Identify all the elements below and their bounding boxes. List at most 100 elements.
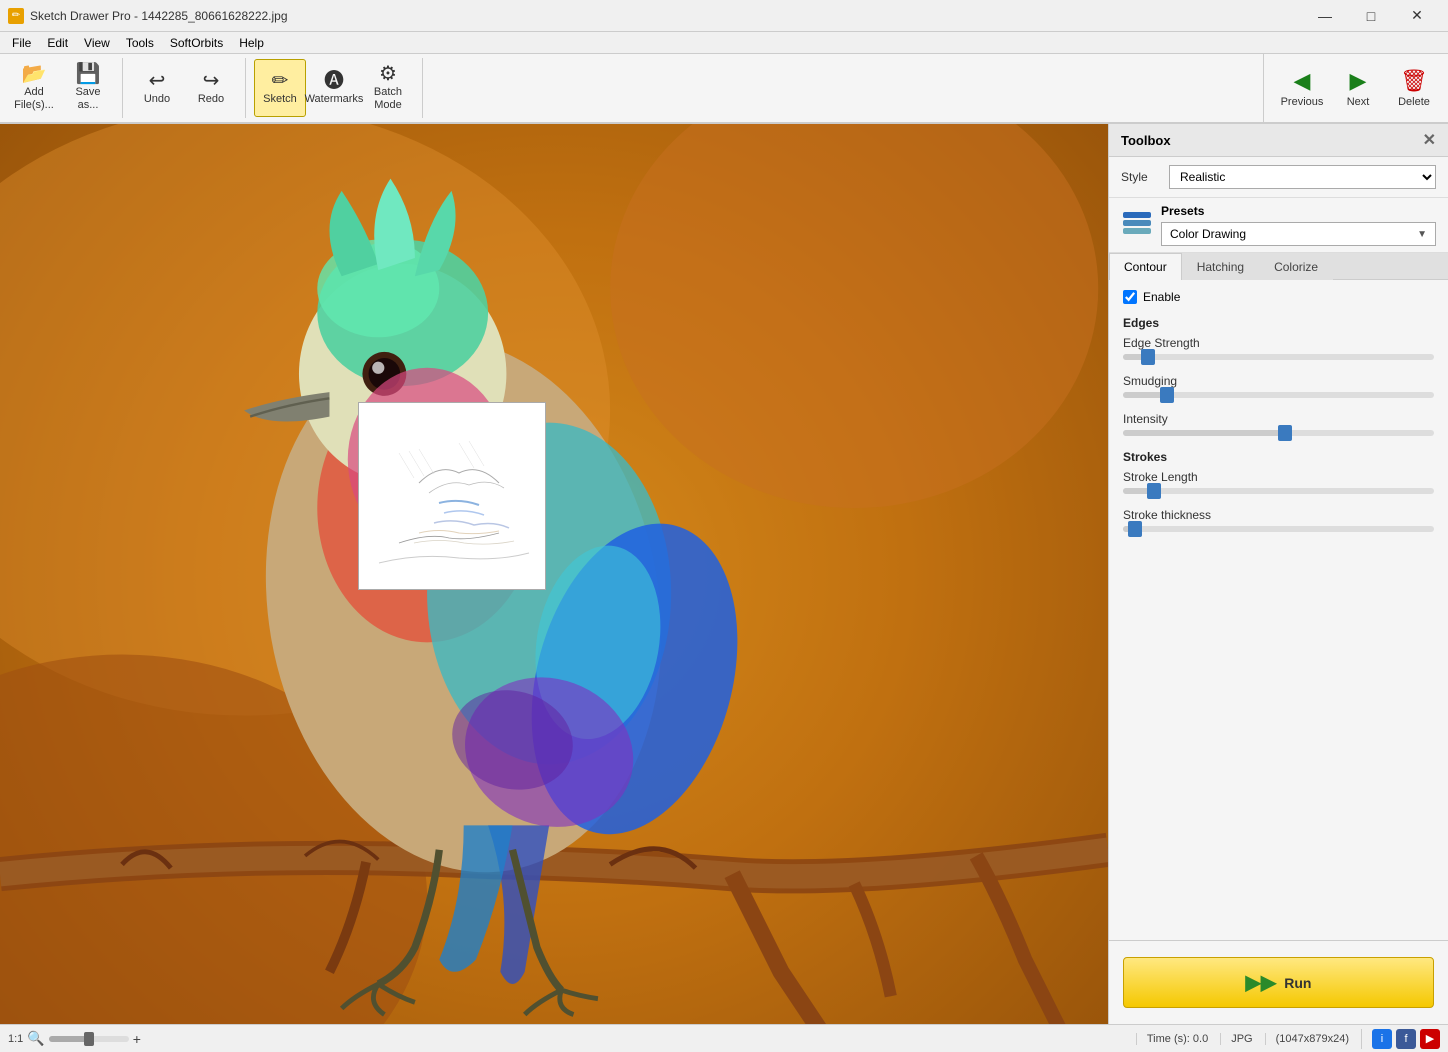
delete-button[interactable]: 🗑 Delete [1388,59,1440,117]
menu-edit[interactable]: Edit [39,34,76,52]
stroke-thickness-thumb[interactable] [1128,521,1142,537]
watermarks-button[interactable]: 🅐 Watermarks [308,59,360,117]
toolbox-title: Toolbox [1121,133,1171,148]
next-label: Next [1347,96,1370,108]
run-label: Run [1284,975,1311,991]
close-button[interactable]: ✕ [1394,0,1440,32]
edges-section-label: Edges [1123,316,1434,330]
zoom-in-icon[interactable]: + [133,1031,141,1047]
presets-dropdown-arrow: ▼ [1417,229,1427,240]
social-icons-group: i f ▶ [1361,1029,1440,1049]
zoom-level: 1:1 [8,1033,23,1045]
toolbox-header: Toolbox ✕ [1109,124,1448,157]
previous-label: Previous [1281,96,1324,108]
sketch-icon: ✏ [272,71,289,91]
preview-box [358,402,546,590]
intensity-slider[interactable] [1123,430,1434,436]
presets-value: Color Drawing [1170,227,1246,241]
edge-strength-label: Edge Strength [1123,336,1434,350]
undo-label: Undo [144,93,170,105]
stroke-length-slider[interactable] [1123,488,1434,494]
menu-softorbits[interactable]: SoftOrbits [162,34,231,52]
main-area: Toolbox ✕ Style Realistic Presets [0,124,1448,1024]
presets-section: Presets Color Drawing ▼ [1161,204,1436,246]
menu-view[interactable]: View [76,34,118,52]
save-as-button[interactable]: 💾 Saveas... [62,59,114,117]
toolbar-tools-group: ✏ Sketch 🅐 Watermarks ⚙ BatchMode [254,58,423,118]
batch-mode-button[interactable]: ⚙ BatchMode [362,59,414,117]
edge-strength-row: Edge Strength [1123,336,1434,360]
zoom-slider[interactable] [49,1036,129,1042]
batch-mode-icon: ⚙ [379,64,397,84]
redo-icon: ↪ [203,71,220,91]
edge-strength-slider[interactable] [1123,354,1434,360]
zoom-out-icon[interactable]: 🔍 [27,1030,44,1047]
add-files-icon: 📂 [22,64,47,84]
add-files-button[interactable]: 📂 AddFile(s)... [8,59,60,117]
app-icon: ✏ [8,8,24,24]
dimensions-display: (1047x879x24) [1265,1033,1349,1045]
enable-row: Enable [1123,290,1434,304]
menu-help[interactable]: Help [231,34,272,52]
tab-hatching[interactable]: Hatching [1182,253,1259,280]
menu-tools[interactable]: Tools [118,34,162,52]
zoom-thumb[interactable] [84,1032,94,1046]
stroke-thickness-label: Stroke thickness [1123,508,1434,522]
facebook-icon[interactable]: f [1396,1029,1416,1049]
stroke-length-row: Stroke Length [1123,470,1434,494]
redo-label: Redo [198,93,224,105]
redo-button[interactable]: ↪ Redo [185,59,237,117]
undo-icon: ↩ [149,71,166,91]
add-files-label: AddFile(s)... [14,86,54,112]
title-bar: ✏ Sketch Drawer Pro - 1442285_8066162822… [0,0,1448,32]
next-button[interactable]: ▶ Next [1332,59,1384,117]
edge-strength-thumb[interactable] [1141,349,1155,365]
format-display: JPG [1220,1033,1252,1045]
tabs-bar: Contour Hatching Colorize [1109,253,1448,280]
presets-dropdown[interactable]: Color Drawing ▼ [1161,222,1436,246]
undo-button[interactable]: ↩ Undo [131,59,183,117]
previous-button[interactable]: ◀ Previous [1276,59,1328,117]
next-icon: ▶ [1350,68,1367,94]
watermarks-label: Watermarks [305,93,364,105]
sketch-button[interactable]: ✏ Sketch [254,59,306,117]
zoom-area: 1:1 🔍 + [8,1030,141,1047]
canvas-area[interactable] [0,124,1108,1024]
tab-colorize[interactable]: Colorize [1259,253,1333,280]
style-dropdown[interactable]: Realistic [1169,165,1436,189]
toolbar-file-group: 📂 AddFile(s)... 💾 Saveas... [8,58,123,118]
info-icon[interactable]: i [1372,1029,1392,1049]
intensity-row: Intensity [1123,412,1434,436]
maximize-button[interactable]: □ [1348,0,1394,32]
style-row: Style Realistic [1109,157,1448,198]
presets-icon [1121,208,1153,242]
tab-contour[interactable]: Contour [1109,253,1182,280]
smudging-slider[interactable] [1123,392,1434,398]
batch-mode-label: BatchMode [374,86,402,112]
presets-label: Presets [1161,204,1436,218]
intensity-fill [1123,430,1285,436]
watermarks-icon: 🅐 [324,71,344,91]
run-button[interactable]: ▶▶ Run [1123,957,1434,1008]
intensity-label: Intensity [1123,412,1434,426]
zoom-fill [49,1036,89,1042]
stroke-thickness-row: Stroke thickness [1123,508,1434,532]
toolbox-close-button[interactable]: ✕ [1423,130,1436,150]
run-icon: ▶▶ [1246,970,1277,995]
menu-file[interactable]: File [4,34,39,52]
sketch-label: Sketch [263,93,297,105]
nav-buttons-group: ◀ Previous ▶ Next 🗑 Delete [1263,53,1440,123]
minimize-button[interactable]: — [1302,0,1348,32]
stroke-length-thumb[interactable] [1147,483,1161,499]
save-icon: 💾 [76,64,101,84]
enable-checkbox[interactable] [1123,290,1137,304]
smudging-row: Smudging [1123,374,1434,398]
window-controls: — □ ✕ [1302,0,1440,32]
youtube-icon[interactable]: ▶ [1420,1029,1440,1049]
menu-bar: File Edit View Tools SoftOrbits Help [0,32,1448,54]
delete-icon: 🗑 [1400,68,1428,94]
bird-image [0,124,1108,1024]
intensity-thumb[interactable] [1278,425,1292,441]
stroke-thickness-slider[interactable] [1123,526,1434,532]
smudging-thumb[interactable] [1160,387,1174,403]
